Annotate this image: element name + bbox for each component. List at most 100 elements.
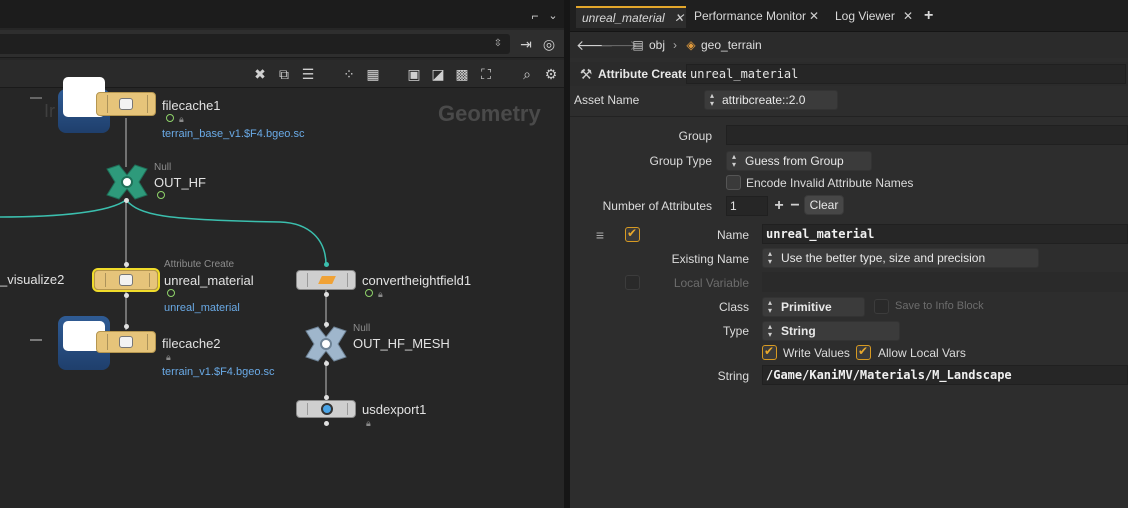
tab-log-viewer[interactable]: Log Viewer ✕ xyxy=(835,6,925,28)
out-hf-display-flag[interactable] xyxy=(157,191,165,199)
out-hf-null-node[interactable] xyxy=(104,163,150,201)
asset-name-menu[interactable]: ▴ ▾ attribcreate::2.0 xyxy=(704,90,838,110)
output-connector[interactable] xyxy=(324,421,329,426)
group-type-menu[interactable]: ▴ ▾ Guess from Group xyxy=(726,151,872,171)
breadcrumb-child[interactable]: geo_terrain xyxy=(701,38,762,52)
type-value: String xyxy=(781,324,816,338)
type-menu[interactable]: ▴ ▾ String xyxy=(762,321,900,341)
unreal-material-display-flag[interactable] xyxy=(167,289,175,297)
local-variable-field[interactable] xyxy=(762,272,1128,292)
type-label: Type xyxy=(722,324,749,338)
num-attributes-label: Number of Attributes xyxy=(602,199,712,213)
output-connector[interactable] xyxy=(124,293,129,298)
allow-local-vars-checkbox[interactable] xyxy=(856,344,871,360)
filecache2-node[interactable] xyxy=(96,331,156,353)
num-attributes-field[interactable]: 1 xyxy=(726,196,768,216)
add-tab-button[interactable]: + xyxy=(924,6,933,28)
node-type-label: Attribute Create xyxy=(598,67,689,81)
filecache2-label: filecache2 xyxy=(162,336,221,351)
asset-name-value: attribcreate::2.0 xyxy=(722,93,806,107)
tab-performance-monitor[interactable]: Performance Monitor ✕ xyxy=(694,6,824,28)
local-variable-checkbox[interactable] xyxy=(625,275,640,290)
plus-icon[interactable]: + xyxy=(771,198,787,214)
filecache1-label: filecache1 xyxy=(162,98,221,113)
clear-button[interactable]: Clear xyxy=(804,195,844,215)
minus-icon[interactable]: − xyxy=(787,198,803,214)
close-icon[interactable]: ✕ xyxy=(809,6,819,26)
filecache1-node[interactable] xyxy=(96,92,156,116)
node-name-field[interactable]: unreal_material xyxy=(686,64,1126,84)
asset-name-label: Asset Name xyxy=(574,93,640,107)
name-field[interactable]: unreal_material xyxy=(762,224,1128,244)
visualize2-label: _visualize2 xyxy=(0,272,65,287)
back-arrow-icon[interactable]: 🡐 xyxy=(576,37,614,53)
collapse-icon[interactable] xyxy=(30,339,42,341)
class-menu[interactable]: ▴ ▾ Primitive xyxy=(762,297,865,317)
lock-icon: 🔒︎ xyxy=(166,352,171,362)
tab-bar: unreal_material ✕ Performance Monitor ✕ … xyxy=(570,0,1128,32)
convertheightfield1-display-flag[interactable] xyxy=(365,289,373,297)
input-connector[interactable] xyxy=(124,262,129,267)
existing-name-label: Existing Name xyxy=(671,252,749,266)
output-connector[interactable] xyxy=(324,361,329,366)
out-hf-type: Null xyxy=(154,162,172,173)
local-variable-label: Local Variable xyxy=(673,276,749,290)
output-connector[interactable] xyxy=(324,292,329,297)
drag-handle-icon[interactable]: ≡ xyxy=(592,227,608,243)
convertheightfield1-node[interactable] xyxy=(296,270,356,290)
output-connector[interactable] xyxy=(124,198,129,203)
node-header: ⚒ Attribute Create unreal_material xyxy=(570,62,1128,86)
string-value: /Game/KaniMV/Materials/M_Landscape xyxy=(766,368,1012,382)
lock-icon: 🔒︎ xyxy=(179,114,184,124)
existing-name-value: Use the better type, size and precision xyxy=(781,251,986,265)
unreal-material-node[interactable] xyxy=(92,268,160,292)
out-hf-mesh-null-node[interactable] xyxy=(303,325,349,363)
allow-local-vars-label: Allow Local Vars xyxy=(878,346,966,360)
unreal-material-type: Attribute Create xyxy=(164,259,235,270)
input-connector[interactable] xyxy=(324,262,329,267)
name-value: unreal_material xyxy=(766,227,875,241)
geo-node-icon: ◈ xyxy=(686,38,696,52)
write-values-label: Write Values xyxy=(783,346,850,360)
encode-invalid-names-checkbox[interactable] xyxy=(726,175,741,190)
parameter-editor-pane: unreal_material ✕ Performance Monitor ✕ … xyxy=(570,0,1128,508)
out-hf-mesh-type: Null xyxy=(353,323,371,334)
unreal-material-comment: unreal_material xyxy=(164,302,240,314)
attribute-create-icon: ⚒ xyxy=(579,66,593,82)
usdexport1-label: usdexport1 xyxy=(362,402,427,417)
input-connector[interactable] xyxy=(124,324,129,329)
save-info-block-label: Save to Info Block xyxy=(895,300,984,312)
tab-label: Performance Monitor xyxy=(694,9,807,23)
filecache2-comment: terrain_v1.$F4.bgeo.sc xyxy=(162,366,275,378)
save-info-block-checkbox[interactable] xyxy=(874,299,889,314)
string-field[interactable]: /Game/KaniMV/Materials/M_Landscape xyxy=(762,365,1128,385)
obj-context-icon: ▤ xyxy=(632,38,644,52)
group-field[interactable] xyxy=(726,125,1128,145)
breadcrumb-root[interactable]: obj xyxy=(649,38,665,52)
header-separator xyxy=(570,116,1128,117)
lock-icon: 🔒︎ xyxy=(378,289,383,299)
out-hf-mesh-label: OUT_HF_MESH xyxy=(353,336,450,351)
usdexport1-node[interactable] xyxy=(296,400,356,418)
path-navigation: 🡐 🡒 ▤ obj › ◈ geo_terrain xyxy=(570,32,1128,58)
tab-unreal-material[interactable]: unreal_material ✕ xyxy=(576,6,686,28)
network-editor-pane: ⌐ ⌄ ⇳ ⇥ ◎ ✖ ⧉ ☰ ⁘ ▦ ▣ ◪ ▩ ⛶ ⌕ ⚙ Ir Geome… xyxy=(0,0,564,508)
encode-invalid-names-label: Encode Invalid Attribute Names xyxy=(746,176,914,190)
tab-label: Log Viewer xyxy=(835,9,895,23)
filecache1-display-flag[interactable] xyxy=(166,114,174,122)
forward-arrow-icon[interactable]: 🡒 xyxy=(600,37,638,53)
node-name-value: unreal_material xyxy=(690,67,799,81)
write-values-checkbox[interactable] xyxy=(762,344,777,360)
num-attributes-value: 1 xyxy=(730,199,737,213)
group-type-label: Group Type xyxy=(649,154,712,168)
name-label: Name xyxy=(716,228,749,242)
unreal-material-label: unreal_material xyxy=(164,273,254,288)
close-icon[interactable]: ✕ xyxy=(674,8,684,28)
class-label: Class xyxy=(718,300,749,314)
tab-label: unreal_material xyxy=(582,11,665,25)
existing-name-menu[interactable]: ▴ ▾ Use the better type, size and precisi… xyxy=(762,248,1039,268)
breadcrumb-separator-icon: › xyxy=(673,38,677,52)
instance-enable-checkbox[interactable] xyxy=(625,226,640,242)
string-label: String xyxy=(717,369,749,383)
close-icon[interactable]: ✕ xyxy=(903,6,913,26)
